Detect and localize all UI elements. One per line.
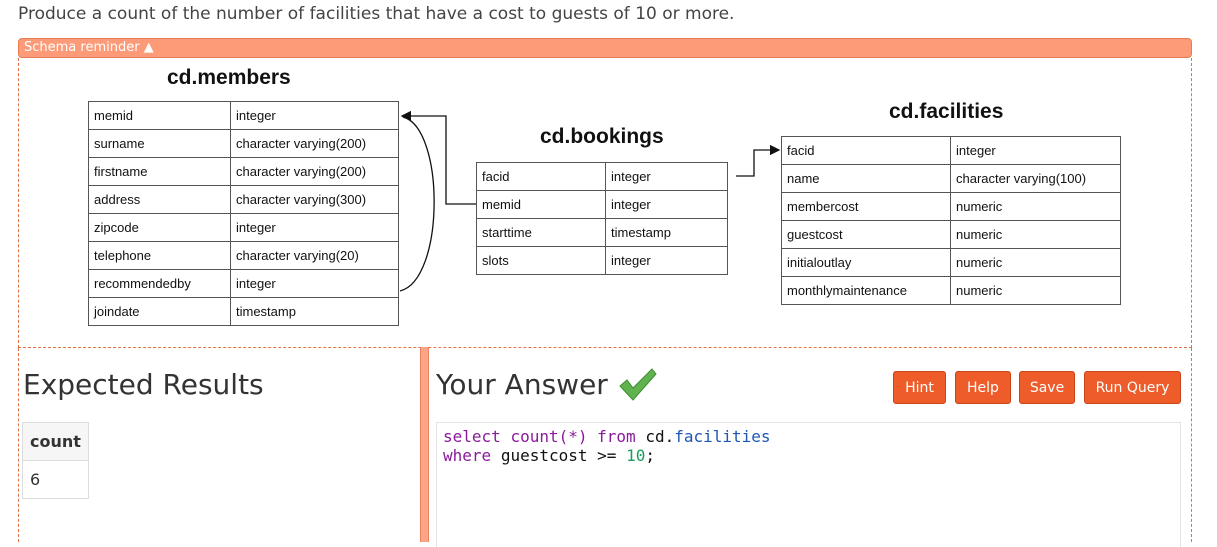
column-header-count: count xyxy=(22,422,89,461)
table-name: facilities xyxy=(674,427,771,446)
hint-button[interactable]: Hint xyxy=(893,371,946,404)
semicolon: ; xyxy=(645,446,655,465)
run-query-button[interactable]: Run Query xyxy=(1084,371,1181,404)
code-line-1: select count(*) from cd.facilities xyxy=(443,427,771,446)
table-row: 6 xyxy=(22,460,89,499)
expected-results-heading: Expected Results xyxy=(23,368,264,401)
operator-gte: >= xyxy=(597,446,617,465)
your-answer-heading: Your Answer xyxy=(436,368,608,401)
correct-check-icon xyxy=(619,368,657,401)
code-line-2: where guestcost >= 10; xyxy=(443,446,655,465)
answer-border xyxy=(1191,348,1192,542)
relationship-arrows xyxy=(399,110,781,292)
keyword-where: where xyxy=(443,446,492,465)
column-guestcost: guestcost xyxy=(500,446,588,465)
number-literal: 10 xyxy=(626,446,646,465)
function-count: count(*) xyxy=(510,427,588,446)
result-cell: 6 xyxy=(22,460,89,499)
keyword-from: from xyxy=(597,427,636,446)
pane-resize-handle[interactable] xyxy=(420,347,429,542)
keyword-select: select xyxy=(443,427,501,446)
schema-name: cd. xyxy=(645,427,675,446)
results-border xyxy=(18,348,19,542)
table-row: count xyxy=(22,422,89,461)
help-button[interactable]: Help xyxy=(955,371,1011,404)
save-button[interactable]: Save xyxy=(1019,371,1075,404)
expected-results-table: count 6 xyxy=(22,422,89,499)
query-editor[interactable]: select count(*) from cd.facilities where… xyxy=(436,422,1181,547)
